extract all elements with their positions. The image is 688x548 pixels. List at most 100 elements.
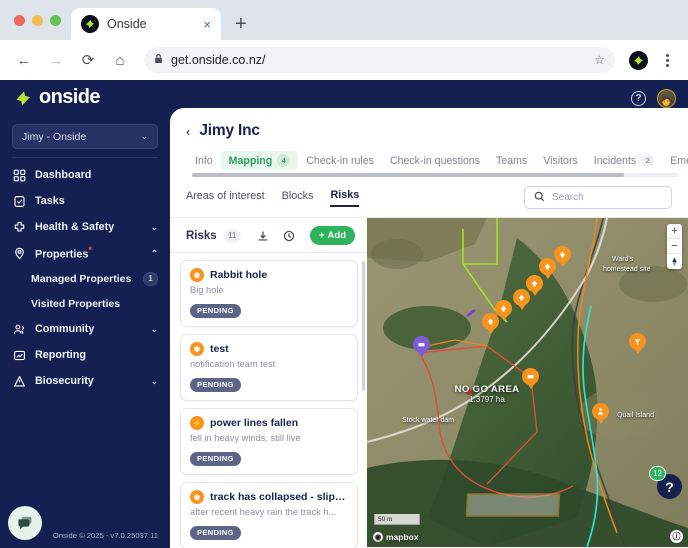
map-risk-pin[interactable] bbox=[592, 403, 609, 425]
tab-label: Incidents bbox=[593, 154, 637, 167]
tab-label: Info bbox=[195, 154, 213, 167]
window-controls[interactable] bbox=[12, 0, 71, 40]
sidebar-item-dashboard[interactable]: Dashboard bbox=[0, 162, 170, 188]
subtab-blocks[interactable]: Blocks bbox=[282, 190, 314, 206]
risk-description: after recent heavy rain the track h... bbox=[190, 507, 337, 517]
close-window-dot[interactable] bbox=[14, 14, 25, 26]
list-item[interactable]: ✱ test notification team test PENDING bbox=[180, 334, 358, 401]
chat-bubble-icon[interactable] bbox=[8, 506, 42, 540]
history-icon[interactable] bbox=[282, 228, 297, 243]
sidebar-item-managed-properties[interactable]: Managed Properties 1 bbox=[0, 266, 170, 291]
sidebar-item-health-safety[interactable]: Health & Safety ⌄ bbox=[0, 214, 170, 240]
sidebar-item-community[interactable]: Community ⌄ bbox=[0, 316, 170, 342]
tabs-scrollbar-thumb[interactable] bbox=[192, 173, 624, 177]
property-map[interactable]: + − Ward's homestead site Stock water da… bbox=[367, 218, 688, 547]
compass-icon[interactable] bbox=[667, 254, 682, 269]
sidebar-item-label: Dashboard bbox=[35, 169, 92, 181]
tab-visitors[interactable]: Visitors bbox=[535, 152, 586, 170]
map-risk-pin[interactable] bbox=[495, 300, 512, 322]
search-input[interactable]: Search bbox=[524, 186, 672, 209]
chevron-down-icon: ⌄ bbox=[150, 221, 158, 232]
subtab-row: Areas of interest Blocks Risks Search bbox=[170, 177, 688, 209]
sidebar-item-tasks[interactable]: Tasks bbox=[0, 188, 170, 214]
help-icon[interactable]: ? bbox=[631, 90, 646, 106]
dashboard-icon bbox=[12, 168, 27, 183]
maximize-window-dot[interactable] bbox=[50, 14, 61, 26]
browser-tab-bar: Onside × + bbox=[0, 0, 688, 40]
zoom-in-button[interactable]: + bbox=[667, 224, 682, 239]
map-block-pin[interactable] bbox=[413, 336, 430, 358]
tab-mapping[interactable]: Mapping 4 bbox=[220, 151, 299, 170]
tab-teams[interactable]: Teams bbox=[488, 152, 535, 170]
sidebar-item-visited-properties[interactable]: Visited Properties bbox=[0, 291, 170, 316]
risk-title: test bbox=[210, 343, 229, 355]
browser-menu-icon[interactable] bbox=[656, 53, 678, 67]
panel-body: Risks 11 + Add ❀ Rabbit hole Big hole PE… bbox=[170, 218, 688, 548]
add-risk-button[interactable]: + Add bbox=[309, 226, 355, 245]
zoom-out-button[interactable]: − bbox=[667, 239, 682, 254]
tab-emergency-plan[interactable]: Emergency Plan bbox=[662, 152, 688, 170]
risks-list-scrollbar[interactable] bbox=[362, 261, 365, 391]
help-notification-badge: 12 bbox=[649, 466, 666, 481]
sidebar: Jimy - Onside ⌄ Dashboard Tasks Health &… bbox=[0, 116, 170, 548]
status-badge: PENDING bbox=[190, 451, 241, 466]
no-go-area-label: NO GO AREA 1.3797 ha bbox=[432, 384, 542, 404]
reload-icon[interactable]: ⟳ bbox=[74, 46, 102, 74]
mapbox-logo-icon: ◉ bbox=[373, 532, 383, 542]
sidebar-item-reporting[interactable]: Reporting bbox=[0, 342, 170, 368]
risks-list-column: Risks 11 + Add ❀ Rabbit hole Big hole PE… bbox=[170, 218, 367, 548]
add-button-label: Add bbox=[327, 230, 346, 241]
download-icon[interactable] bbox=[256, 228, 271, 243]
new-tab-button[interactable]: + bbox=[235, 13, 247, 36]
required-indicator: * bbox=[88, 245, 92, 256]
browser-tab[interactable]: Onside × bbox=[71, 8, 221, 40]
app-logo[interactable]: onside bbox=[14, 86, 100, 109]
minimize-window-dot[interactable] bbox=[32, 14, 43, 26]
subtab-areas-of-interest[interactable]: Areas of interest bbox=[186, 190, 265, 206]
tab-label: Check-in questions bbox=[389, 154, 481, 167]
map-risk-pin[interactable] bbox=[554, 246, 571, 268]
property-selector[interactable]: Jimy - Onside ⌄ bbox=[12, 124, 158, 149]
risks-cards[interactable]: ❀ Rabbit hole Big hole PENDING ✱ test no… bbox=[170, 253, 367, 548]
avatar[interactable]: 🧑 bbox=[657, 88, 676, 108]
forward-icon[interactable]: → bbox=[42, 46, 70, 74]
tab-label: Check-in rules bbox=[306, 154, 374, 167]
sidebar-item-properties[interactable]: Properties* ⌃ bbox=[0, 240, 170, 266]
tab-check-in-questions[interactable]: Check-in questions bbox=[382, 152, 488, 170]
onside-logo-icon bbox=[81, 15, 99, 33]
back-chevron-icon[interactable]: ‹ bbox=[186, 124, 190, 139]
tab-badge: 2 bbox=[641, 154, 655, 167]
map-label: homestead site bbox=[603, 266, 651, 273]
browser-tab-title: Onside bbox=[107, 17, 147, 31]
reporting-icon bbox=[12, 348, 27, 363]
plus-icon: + bbox=[318, 230, 325, 241]
home-icon[interactable]: ⌂ bbox=[106, 46, 134, 74]
status-badge: PENDING bbox=[190, 525, 241, 540]
map-zoom-controls[interactable]: + − bbox=[667, 224, 682, 269]
tabs-scrollbar[interactable] bbox=[192, 173, 678, 177]
sidebar-subitem-label: Visited Properties bbox=[31, 297, 121, 310]
extension-onside-icon[interactable] bbox=[629, 50, 648, 70]
no-go-area-size: 1.3797 ha bbox=[469, 395, 505, 404]
subtab-risks[interactable]: Risks bbox=[330, 189, 360, 207]
back-icon[interactable]: ← bbox=[10, 46, 38, 74]
rabbit-icon: ❀ bbox=[190, 268, 204, 282]
tab-check-in-rules[interactable]: Check-in rules bbox=[298, 152, 382, 170]
mapbox-attribution-text: mapbox bbox=[386, 532, 419, 542]
list-item[interactable]: ⚡ power lines fallen fell in heavy winds… bbox=[180, 408, 358, 475]
bookmark-star-icon[interactable]: ☆ bbox=[594, 53, 605, 67]
address-bar[interactable]: get.onside.co.nz/ ☆ bbox=[144, 47, 615, 73]
list-item[interactable]: ❀ track has collapsed - slip risk after … bbox=[180, 482, 358, 548]
mapbox-attribution[interactable]: ◉ mapbox bbox=[373, 532, 419, 542]
sidebar-item-biosecurity[interactable]: Biosecurity ⌄ bbox=[0, 368, 170, 394]
tab-badge: 4 bbox=[277, 154, 291, 167]
list-item[interactable]: ❀ Rabbit hole Big hole PENDING bbox=[180, 260, 358, 327]
no-go-area-title: NO GO AREA bbox=[454, 384, 520, 395]
map-risk-pin[interactable] bbox=[629, 333, 646, 355]
risk-title: power lines fallen bbox=[210, 417, 299, 429]
slip-icon: ❀ bbox=[190, 490, 204, 504]
tab-incidents[interactable]: Incidents 2 bbox=[586, 151, 662, 170]
close-icon[interactable]: × bbox=[203, 18, 211, 31]
info-icon[interactable]: ⓘ bbox=[670, 530, 683, 543]
tab-info[interactable]: Info bbox=[187, 152, 221, 170]
